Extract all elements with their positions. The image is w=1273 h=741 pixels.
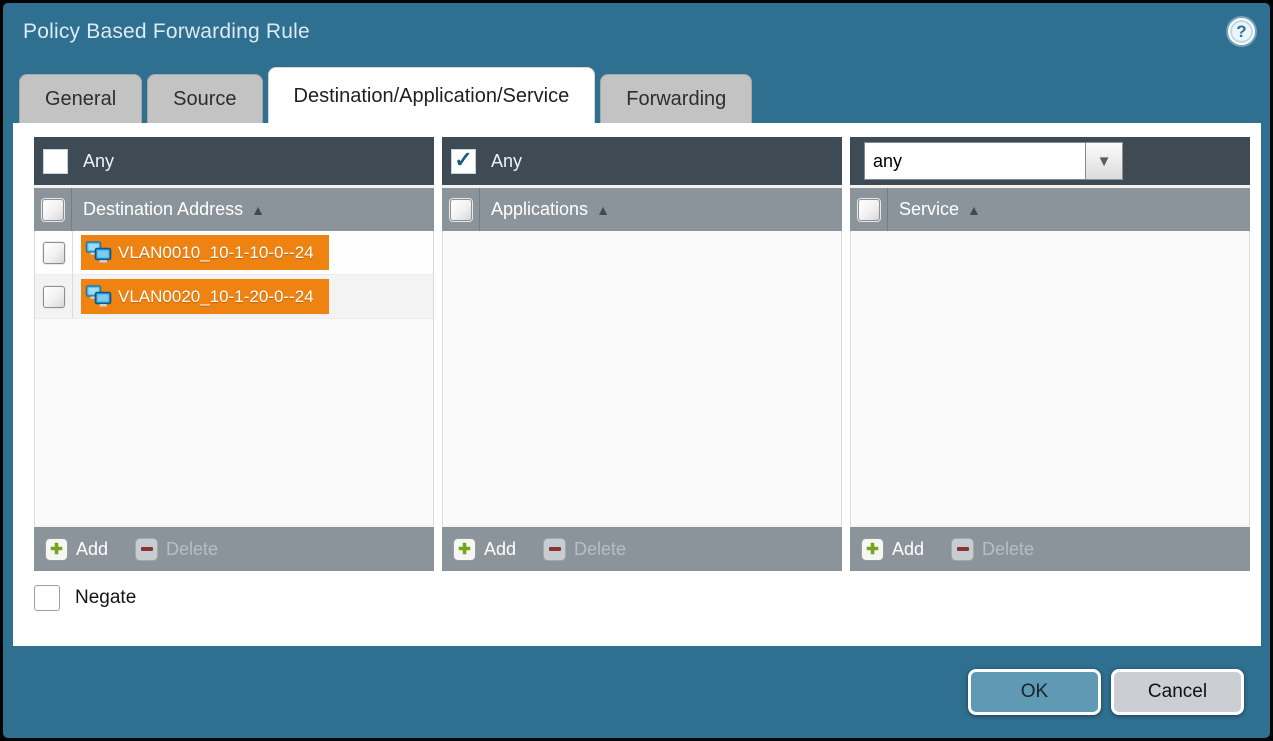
applications-any-bar: ✓ Any — [442, 137, 842, 185]
service-list — [850, 231, 1250, 525]
service-dropdown-value[interactable]: any — [864, 142, 1086, 180]
negate-label: Negate — [75, 587, 136, 609]
negate-option: Negate — [34, 585, 136, 611]
tab-source[interactable]: Source — [147, 74, 262, 123]
minus-icon — [543, 538, 566, 561]
address-chip[interactable]: VLAN0010_10-1-10-0--24 — [81, 235, 329, 270]
column-destination-address: ✓ Any Destination Address ▲ — [34, 137, 434, 571]
row-gutter — [35, 275, 73, 318]
destination-header-gutter — [34, 188, 72, 231]
destination-delete-button[interactable]: Delete — [135, 538, 218, 561]
applications-add-button[interactable]: ✚ Add — [453, 538, 516, 561]
service-delete-button[interactable]: Delete — [951, 538, 1034, 561]
tab-forwarding[interactable]: Forwarding — [600, 74, 752, 123]
address-chip[interactable]: VLAN0020_10-1-20-0--24 — [81, 279, 329, 314]
columns-container: ✓ Any Destination Address ▲ — [34, 137, 1250, 571]
destination-select-all-checkbox[interactable] — [42, 199, 64, 221]
service-toolbar: ✚ Add Delete — [850, 525, 1250, 571]
checkmark-icon: ✓ — [454, 147, 472, 173]
address-chip-label: VLAN0010_10-1-10-0--24 — [118, 243, 314, 263]
policy-based-forwarding-dialog: Policy Based Forwarding Rule ? General S… — [0, 0, 1273, 741]
service-add-button[interactable]: ✚ Add — [861, 538, 924, 561]
applications-list — [442, 231, 842, 525]
destination-add-button[interactable]: ✚ Add — [45, 538, 108, 561]
add-button-label: Add — [484, 539, 516, 560]
list-item-vlan0010[interactable]: VLAN0010_10-1-10-0--24 — [35, 231, 433, 275]
minus-icon — [135, 538, 158, 561]
applications-header-row: Applications ▲ — [442, 185, 842, 231]
delete-button-label: Delete — [982, 539, 1034, 560]
help-icon[interactable]: ? — [1228, 18, 1255, 45]
question-mark-glyph: ? — [1236, 22, 1246, 42]
address-chip-label: VLAN0020_10-1-20-0--24 — [118, 287, 314, 307]
network-address-icon — [85, 240, 112, 265]
sort-asc-icon: ▲ — [251, 202, 265, 218]
service-dropdown-button[interactable]: ▼ — [1086, 142, 1123, 180]
applications-toolbar: ✚ Add Delete — [442, 525, 842, 571]
tab-general[interactable]: General — [19, 74, 142, 123]
destination-any-bar: ✓ Any — [34, 137, 434, 185]
applications-column-header[interactable]: Applications — [491, 199, 588, 220]
destination-column-header[interactable]: Destination Address — [83, 199, 243, 220]
delete-button-label: Delete — [574, 539, 626, 560]
dialog-title: Policy Based Forwarding Rule — [23, 20, 310, 44]
tab-bar: General Source Destination/Application/S… — [19, 69, 757, 123]
row-gutter — [35, 231, 73, 274]
service-header-gutter — [850, 188, 888, 231]
destination-any-checkbox[interactable]: ✓ — [43, 149, 68, 174]
service-dropdown: any ▼ — [864, 142, 1123, 180]
service-select-all-checkbox[interactable] — [858, 199, 880, 221]
minus-icon — [951, 538, 974, 561]
plus-icon: ✚ — [453, 538, 476, 561]
delete-button-label: Delete — [166, 539, 218, 560]
applications-select-all-checkbox[interactable] — [450, 199, 472, 221]
tab-destination-application-service[interactable]: Destination/Application/Service — [268, 67, 596, 123]
sort-asc-icon: ▲ — [596, 202, 610, 218]
service-column-header[interactable]: Service — [899, 199, 959, 220]
tab-content-panel: ✓ Any Destination Address ▲ — [13, 123, 1261, 646]
service-any-bar: any ▼ — [850, 137, 1250, 185]
row-checkbox[interactable] — [43, 286, 65, 308]
applications-header-gutter — [442, 188, 480, 231]
destination-any-label: Any — [83, 151, 114, 172]
column-applications: ✓ Any Applications ▲ ✚ Add — [442, 137, 842, 571]
network-address-icon — [85, 284, 112, 309]
ok-button[interactable]: OK — [968, 669, 1101, 715]
row-checkbox[interactable] — [43, 242, 65, 264]
destination-address-list: VLAN0010_10-1-10-0--24 — [34, 231, 434, 525]
destination-header-row: Destination Address ▲ — [34, 185, 434, 231]
add-button-label: Add — [76, 539, 108, 560]
chevron-down-icon: ▼ — [1097, 153, 1112, 170]
applications-any-label: Any — [491, 151, 522, 172]
service-header-row: Service ▲ — [850, 185, 1250, 231]
destination-toolbar: ✚ Add Delete — [34, 525, 434, 571]
applications-any-checkbox[interactable]: ✓ — [451, 149, 476, 174]
plus-icon: ✚ — [861, 538, 884, 561]
list-item-vlan0020[interactable]: VLAN0020_10-1-20-0--24 — [35, 275, 433, 319]
plus-icon: ✚ — [45, 538, 68, 561]
column-service: any ▼ Service ▲ ✚ — [850, 137, 1250, 571]
sort-asc-icon: ▲ — [967, 202, 981, 218]
cancel-button[interactable]: Cancel — [1111, 669, 1244, 715]
applications-delete-button[interactable]: Delete — [543, 538, 626, 561]
add-button-label: Add — [892, 539, 924, 560]
negate-checkbox[interactable] — [34, 585, 60, 611]
